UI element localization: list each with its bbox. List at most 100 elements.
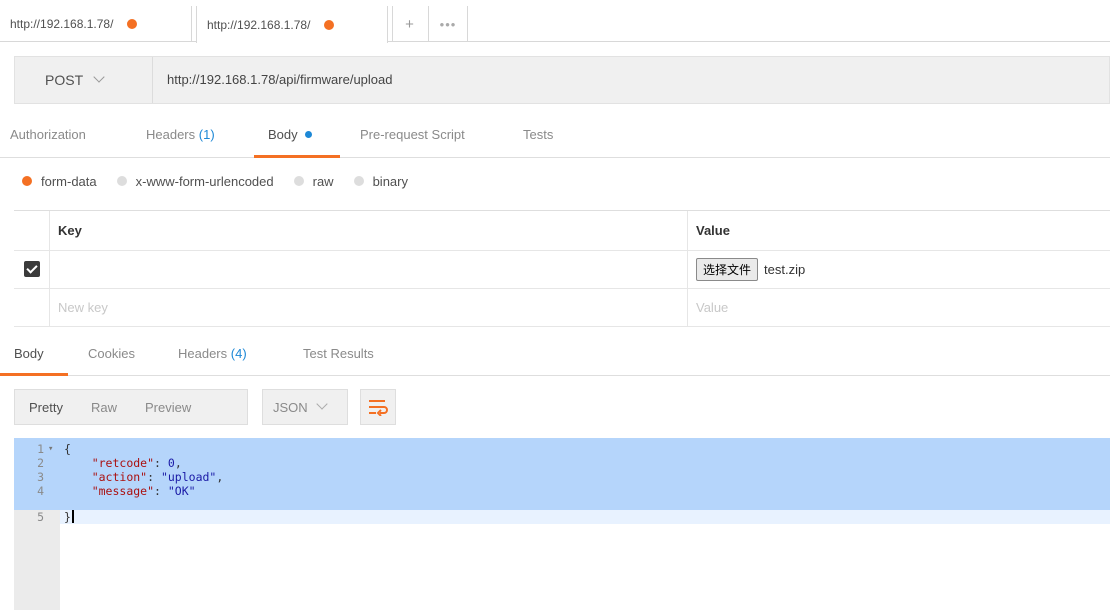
checkbox-checked-icon[interactable] <box>24 261 40 277</box>
pretty-button[interactable]: Pretty <box>15 400 77 415</box>
radio-label: binary <box>372 173 408 189</box>
view-mode-group: Pretty Raw Preview <box>14 389 248 425</box>
code-text: "action": "upload", <box>91 470 224 484</box>
tab-label: Pre-request Script <box>360 127 465 142</box>
json-brace: { <box>64 442 71 456</box>
key-column-header: Key <box>50 211 688 250</box>
preview-button[interactable]: Preview <box>131 400 205 415</box>
radio-raw[interactable]: raw <box>293 173 334 189</box>
headers-count: (1) <box>198 127 215 142</box>
tab-pre-request-script[interactable]: Pre-request Script <box>360 118 465 158</box>
placeholder-text: Value <box>696 300 729 315</box>
json-value: 0 <box>167 456 175 470</box>
unsaved-dot-icon <box>127 19 138 29</box>
request-tab-bar: http://192.168.1.78/ http://192.168.1.78… <box>0 0 1110 43</box>
raw-button[interactable]: Raw <box>77 400 131 415</box>
modified-dot-icon <box>305 131 313 138</box>
code-text: { <box>64 442 71 456</box>
tab-response-headers[interactable]: Headers (4) <box>178 338 247 376</box>
plus-icon: + <box>405 15 414 33</box>
radio-urlencoded[interactable]: x-www-form-urlencoded <box>116 173 274 189</box>
line-number: 1 <box>37 442 44 456</box>
request-tab-label: http://192.168.1.78/ <box>207 17 311 32</box>
form-data-table: Key Value 选择文件 test.zip New key Value <box>14 210 1110 327</box>
new-tab-button[interactable]: + <box>392 6 426 42</box>
choose-file-button[interactable]: 选择文件 <box>696 258 759 281</box>
tab-label: Test Results <box>303 346 374 361</box>
tab-response-body[interactable]: Body <box>0 338 68 376</box>
tab-label: Cookies <box>88 346 135 361</box>
json-value: "OK" <box>167 484 196 498</box>
tab-label: Body <box>268 127 298 142</box>
url-input[interactable]: http://192.168.1.78/api/firmware/upload <box>167 57 392 103</box>
response-section-tabs: Body Cookies Headers (4) Test Results <box>0 338 1110 376</box>
tab-authorization[interactable]: Authorization <box>10 118 86 158</box>
more-tabs-button[interactable]: ••• <box>428 6 468 42</box>
json-value: "upload" <box>160 470 217 484</box>
radio-label: x-www-form-urlencoded <box>135 173 274 189</box>
tab-headers[interactable]: Headers (1) <box>146 118 215 158</box>
tab-label: Authorization <box>10 127 86 142</box>
key-input[interactable] <box>50 251 688 288</box>
request-tab-active[interactable]: http://192.168.1.78/ <box>196 6 388 43</box>
ellipsis-icon: ••• <box>439 16 457 32</box>
code-line: 2 "retcode": 0, <box>14 456 1110 470</box>
code-line: 5 } <box>14 510 1110 524</box>
response-body-editor[interactable]: 1 ▾ { 2 "retcode": 0, 3 "action": "uploa… <box>14 438 1110 610</box>
json-key: "retcode" <box>91 456 155 470</box>
url-bar: POST http://192.168.1.78/api/firmware/up… <box>14 56 1110 104</box>
radio-binary[interactable]: binary <box>353 173 408 189</box>
code-line: 4 "message": "OK" <box>14 484 1110 498</box>
format-label: JSON <box>273 399 308 415</box>
radio-selected-icon <box>22 176 32 186</box>
body-type-selector: form-data x-www-form-urlencoded raw bina… <box>22 170 428 192</box>
radio-icon <box>353 176 364 186</box>
code-text: "message": "OK" <box>91 484 196 498</box>
request-section-tabs: Authorization Headers (1) Body Pre-reque… <box>0 118 1110 158</box>
chevron-down-icon <box>316 398 328 410</box>
value-cell: 选择文件 test.zip <box>688 251 1110 288</box>
tab-tests[interactable]: Tests <box>523 118 553 158</box>
line-number: 4 <box>37 484 44 498</box>
new-key-input[interactable]: New key <box>50 289 688 326</box>
json-key: "action" <box>91 470 148 484</box>
radio-icon <box>116 176 127 186</box>
unsaved-dot-icon <box>324 19 335 30</box>
radio-label: form-data <box>41 173 97 189</box>
new-value-input[interactable]: Value <box>688 289 1110 326</box>
line-number: 2 <box>37 456 44 470</box>
code-line: 1 ▾ { <box>14 442 1110 456</box>
wrap-lines-button[interactable] <box>360 389 396 425</box>
tab-cookies[interactable]: Cookies <box>88 338 135 376</box>
chevron-down-icon <box>93 71 105 83</box>
radio-form-data[interactable]: form-data <box>22 174 97 189</box>
line-number: 3 <box>37 470 44 484</box>
json-key: "message" <box>91 484 155 498</box>
fold-arrow-icon[interactable]: ▾ <box>48 442 53 456</box>
text-cursor <box>71 510 74 523</box>
radio-label: raw <box>312 173 334 189</box>
value-column-header: Value <box>696 223 730 238</box>
table-row: 选择文件 test.zip <box>14 251 1110 289</box>
tab-label: Headers <box>178 346 228 361</box>
method-select[interactable]: POST <box>15 57 153 103</box>
tab-label: Tests <box>523 127 554 142</box>
placeholder-text: New key <box>58 300 108 315</box>
method-label: POST <box>45 72 84 88</box>
row-checkbox-cell <box>14 251 50 288</box>
format-select[interactable]: JSON <box>262 389 348 425</box>
line-number: 5 <box>37 510 44 524</box>
code-text: "retcode": 0, <box>91 456 182 470</box>
tab-body[interactable]: Body <box>254 118 340 158</box>
tab-test-results[interactable]: Test Results <box>303 338 374 376</box>
tab-label: Body <box>14 346 44 361</box>
wrap-lines-icon <box>369 400 388 416</box>
radio-icon <box>293 176 304 186</box>
request-tab-label: http://192.168.1.78/ <box>10 17 114 31</box>
table-row-new: New key Value <box>14 289 1110 327</box>
checkbox-column-header <box>14 211 50 250</box>
file-name: test.zip <box>764 262 806 277</box>
json-brace: } <box>64 510 71 524</box>
table-header-row: Key Value <box>14 211 1110 251</box>
request-tab[interactable]: http://192.168.1.78/ <box>0 6 192 42</box>
